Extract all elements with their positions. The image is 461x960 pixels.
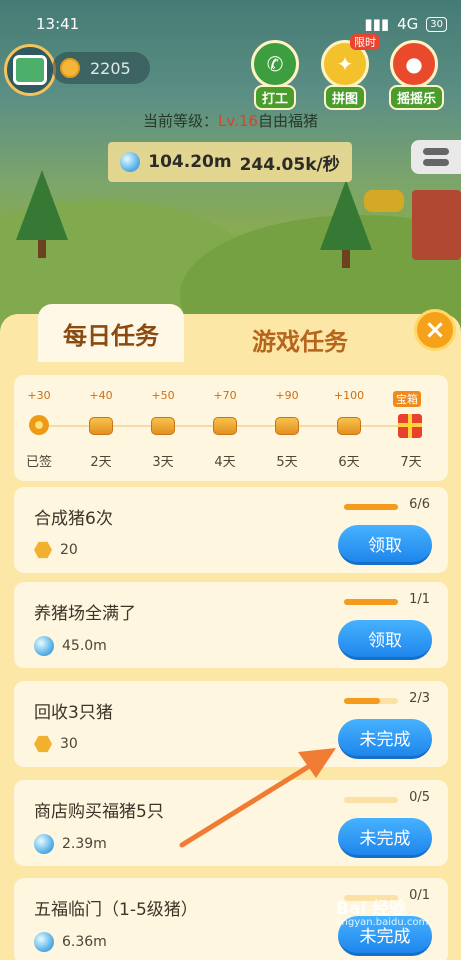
annotation-arrow-icon [179,748,336,848]
watermark-text: Bai 经验 [336,899,407,919]
watermark-url: jingyan.baidu.com [336,917,429,928]
watermark: Bai 经验 jingyan.baidu.com [336,894,428,928]
